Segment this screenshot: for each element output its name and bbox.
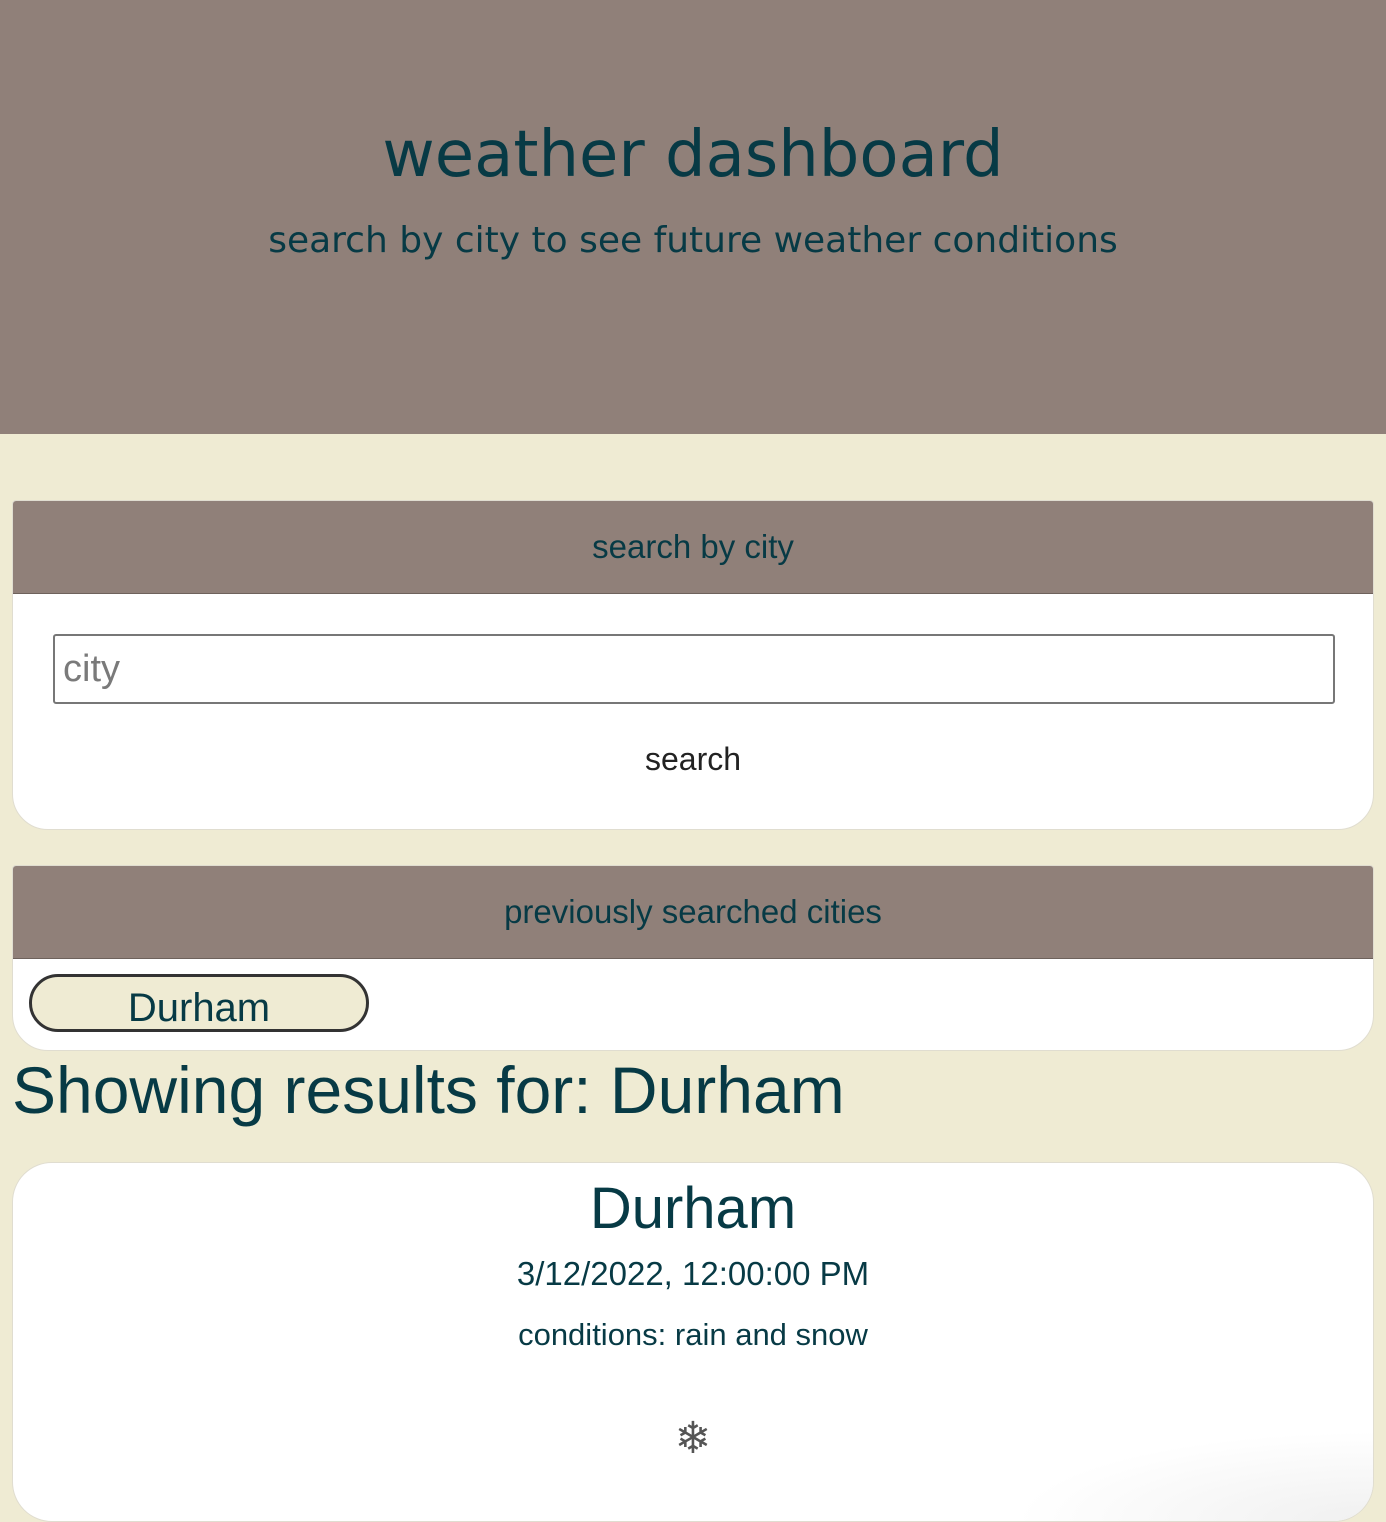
forecast-datetime: 3/12/2022, 12:00:00 PM xyxy=(516,1255,870,1292)
forecast-city: Durham xyxy=(589,1176,797,1241)
page-subtitle: search by city to see future weather con… xyxy=(268,220,1118,261)
history-card: previously searched cities Durham xyxy=(12,865,1374,1051)
snowflake-icon: ❄ xyxy=(674,1414,712,1463)
page-title: weather dashboard xyxy=(382,118,1004,192)
forecast-conditions: conditions: rain and snow xyxy=(518,1317,868,1352)
city-search-input[interactable] xyxy=(53,634,1335,704)
results-heading: Showing results for: Durham xyxy=(12,1053,845,1127)
search-card-header: search by city xyxy=(13,501,1373,594)
forecast-card: Durham 3/12/2022, 12:00:00 PM conditions… xyxy=(12,1162,1374,1522)
search-card: search by city search xyxy=(12,500,1374,830)
page-header: weather dashboard search by city to see … xyxy=(0,0,1386,434)
history-card-header: previously searched cities xyxy=(13,866,1373,959)
history-city-button[interactable]: Durham xyxy=(29,974,369,1032)
search-button[interactable]: search xyxy=(593,735,793,783)
